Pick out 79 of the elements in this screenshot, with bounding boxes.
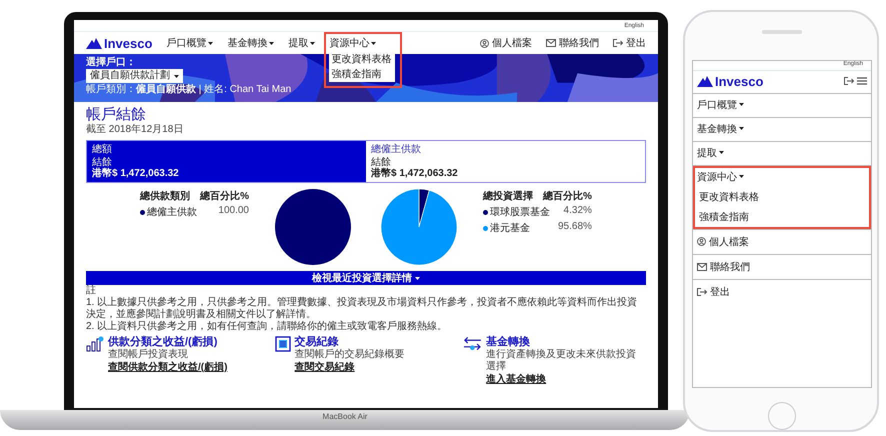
feature-description: 進行資產轉換及更改未來供款投資選擇 bbox=[486, 349, 638, 373]
caret-icon bbox=[739, 127, 744, 130]
details-button[interactable]: 檢視最近投資選擇詳情 bbox=[86, 271, 646, 285]
feature-description: 查閱帳戶投資表現 bbox=[108, 349, 189, 361]
feature-title: 交易紀錄 bbox=[294, 336, 340, 348]
card-subtitle: 結餘 bbox=[371, 157, 391, 168]
legend-header: 總百分比% bbox=[543, 190, 592, 203]
card-title: 總僱主供款 bbox=[371, 143, 422, 157]
menu-link[interactable]: 登出 bbox=[710, 284, 730, 299]
logo-mountain-icon bbox=[86, 38, 102, 48]
logout-icon[interactable] bbox=[844, 77, 854, 86]
legend-label: 環球股票基金 bbox=[490, 206, 550, 219]
legend-header: 總投資選擇 bbox=[483, 190, 533, 203]
submenu-item[interactable]: 更改資料表格 bbox=[697, 190, 867, 204]
breadcrumb: 帳戶類別：僱員自願供款 | 姓名: Chan Tai Man bbox=[86, 84, 292, 95]
menu-item[interactable]: 戶口概覽 bbox=[697, 98, 867, 112]
nav-menu-item[interactable]: 基金轉換 bbox=[227, 36, 274, 50]
as-of-date: 截至 2018年12月18日 bbox=[86, 124, 184, 136]
footnote: 1. 以上數據只供參考之用，只供參考之用。管理費數據、投資表現及市場資料只作參考，投資者不應依賴此等資料而作出投資決定，並應參閱計劃說明書及相關文件以了解詳情。 bbox=[86, 297, 638, 320]
account-dropdown[interactable]: 僱員自願供款計劃 bbox=[86, 69, 183, 83]
account-label: 選擇戶口： bbox=[86, 57, 136, 68]
caret-icon bbox=[310, 42, 316, 44]
dropdown-item[interactable]: 更改資料表格 bbox=[331, 54, 396, 66]
submenu-item[interactable]: 強積金指南 bbox=[697, 210, 867, 224]
legend-value: 95.68% bbox=[558, 221, 592, 234]
logo-mountain-icon bbox=[697, 76, 713, 87]
logout-icon bbox=[613, 39, 623, 47]
caret-icon bbox=[174, 74, 179, 78]
document-icon bbox=[274, 336, 291, 352]
legend-header: 總百分比% bbox=[200, 190, 249, 203]
menu-item[interactable]: 提取 bbox=[697, 146, 867, 160]
balance-card[interactable]: 總額 結餘 港幣$ 1,472,063.32 bbox=[87, 141, 366, 182]
caret-icon bbox=[371, 42, 376, 44]
footnote: 2. 以上資料只供參考之用，如有任何查詢，請聯絡你的僱主或致電客戶服務熱線。 bbox=[86, 321, 448, 333]
envelope-icon bbox=[546, 39, 556, 47]
nav-menu-item[interactable]: 資源中心 bbox=[329, 36, 376, 50]
bar-chart-icon bbox=[86, 336, 104, 352]
balance-amount: 港幣$ 1,472,063.32 bbox=[92, 168, 180, 180]
card-title: 總額 bbox=[92, 143, 113, 157]
header-link[interactable]: 聯絡我們 bbox=[559, 36, 599, 50]
feature-title: 供款分類之收益/(虧損) bbox=[108, 336, 218, 348]
caret-icon bbox=[208, 42, 214, 44]
logo-text: Invesco bbox=[715, 74, 764, 89]
header-link[interactable]: 個人檔案 bbox=[492, 36, 532, 50]
caret-icon bbox=[739, 175, 744, 178]
legend-label: 總僱主供款 bbox=[147, 206, 198, 219]
card-subtitle: 結餘 bbox=[92, 157, 112, 168]
legend-header: 總供款類別 bbox=[140, 190, 190, 203]
menu-link[interactable]: 個人檔案 bbox=[709, 234, 749, 249]
feature-link[interactable]: 查閱供款分類之收益/(虧損) bbox=[108, 361, 228, 375]
legend-label: 港元基金 bbox=[490, 222, 530, 235]
nav-menu-item[interactable]: 提取 bbox=[288, 36, 316, 50]
caret-icon bbox=[415, 276, 420, 280]
caret-icon bbox=[739, 103, 744, 106]
notes-heading: 註 bbox=[86, 285, 97, 297]
feature-description: 查閱帳戶的交易紀錄概要 bbox=[294, 349, 405, 361]
arrows-icon bbox=[463, 336, 482, 352]
logo-text: Invesco bbox=[104, 36, 152, 50]
caret-icon bbox=[269, 42, 274, 44]
feature-link[interactable]: 進入基金轉換 bbox=[486, 373, 646, 387]
balance-amount: 港幣$ 1,472,063.32 bbox=[371, 168, 459, 180]
user-icon bbox=[480, 38, 489, 48]
caret-icon bbox=[719, 151, 724, 154]
nav-menu-item[interactable]: 戶口概覽 bbox=[166, 36, 214, 50]
feature-title: 基金轉換 bbox=[486, 336, 532, 348]
laptop-label: MacBook Air bbox=[322, 412, 368, 421]
user-icon bbox=[697, 237, 706, 246]
dropdown-item[interactable]: 強積金指南 bbox=[331, 68, 396, 80]
menu-icon[interactable] bbox=[857, 77, 867, 86]
menu-item[interactable]: 基金轉換 bbox=[697, 122, 867, 136]
legend-value: 100.00 bbox=[218, 205, 249, 218]
envelope-icon bbox=[697, 262, 707, 271]
page-title: 帳戶結餘 bbox=[86, 106, 147, 124]
menu-item[interactable]: 資源中心 bbox=[697, 170, 867, 184]
feature-link[interactable]: 查閱交易紀錄 bbox=[294, 361, 405, 375]
menu-link[interactable]: 聯絡我們 bbox=[710, 260, 750, 274]
legend-value: 4.32% bbox=[564, 205, 592, 218]
logout-icon bbox=[697, 288, 707, 296]
header-link[interactable]: 登出 bbox=[626, 36, 646, 50]
